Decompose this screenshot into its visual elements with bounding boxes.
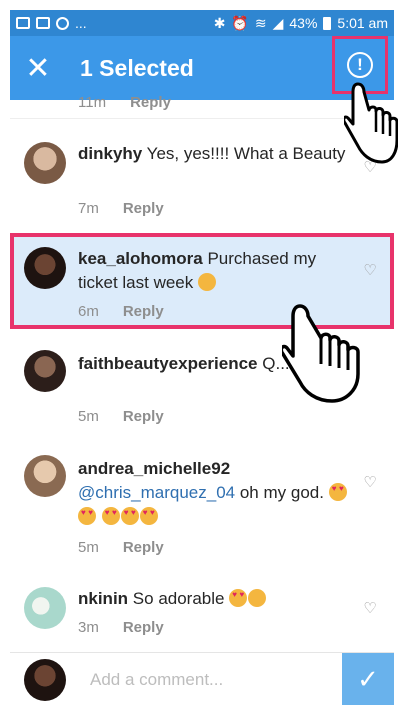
comment-composer: ✓ [10,652,394,705]
avatar[interactable] [24,587,66,629]
heart-eyes-emoji-icon [139,507,158,525]
more-notifications-text: ... [75,15,87,31]
comment-item[interactable]: andrea_michelle92 @chris_marquez_04 oh m… [10,445,394,570]
avatar [24,659,66,701]
comment-meta: 11m Reply [78,94,171,111]
comment-username[interactable]: nkinin [78,589,128,608]
gallery-notification-icon [16,17,30,29]
selection-app-bar: ✕ 1 Selected ! [10,36,394,100]
battery-icon [323,16,332,30]
clock: 5:01 am [337,15,388,31]
comment-time: 5m [78,539,99,556]
wifi-icon: ≋ [254,14,267,31]
report-exclamation-icon: ! [347,52,373,78]
close-button[interactable]: ✕ [10,36,66,100]
comment-meta: 7m Reply [78,200,164,217]
comment-meta: 6m Reply [78,303,164,320]
divider [10,118,394,119]
comment-time: 11m [78,94,107,111]
heart-eyes-emoji-icon [229,589,248,607]
comment-meta: 5m Reply [78,408,164,425]
comment-item-partial: 11m Reply [10,94,394,114]
avatar[interactable] [24,247,66,289]
comment-username[interactable]: dinkyhy [78,144,142,163]
comment-input[interactable] [88,665,342,695]
comment-item-selected[interactable]: kea_alohomora Purchased my ticket last w… [10,233,394,329]
post-comment-button[interactable]: ✓ [342,653,394,705]
bluetooth-icon: ✱ [213,14,226,31]
comment-mention-link[interactable]: @chris_marquez_04 [78,483,235,502]
avatar[interactable] [24,142,66,184]
comment-text: dinkyhy Yes, yes!!!! What a Beauty [78,142,352,166]
comment-meta: 3m Reply [78,619,164,636]
like-heart-icon[interactable]: ♡ [362,601,378,617]
comment-text: faithbeautyexperience Q... [78,352,352,376]
close-icon: ✕ [25,51,51,85]
reply-button[interactable]: Reply [123,303,164,320]
avatar[interactable] [24,455,66,497]
avatar[interactable] [24,350,66,392]
comment-text: kea_alohomora Purchased my ticket last w… [78,247,348,295]
heart-eyes-emoji-icon [120,507,139,525]
status-left-icons: ... [16,15,87,31]
comment-time: 6m [78,303,99,320]
comment-meta: 5m Reply [78,539,164,556]
status-bar: ... ✱ ⏰ ≋ ◢ 43% 5:01 am [10,10,394,36]
comment-username[interactable]: faithbeautyexperience [78,354,258,373]
wink-emoji-icon [198,273,216,291]
reply-button[interactable]: Reply [123,200,164,217]
camera-notification-icon [36,17,50,29]
reply-button[interactable]: Reply [130,94,171,111]
comment-item[interactable]: nkinin So adorable 3m Reply ♡ [10,575,394,655]
signal-icon: ◢ [272,14,284,31]
comment-username[interactable]: kea_alohomora [78,249,203,268]
comment-body: Q... [262,354,290,373]
comment-time: 3m [78,619,99,636]
checkmark-icon: ✓ [357,663,379,694]
comment-body: Yes, yes!!!! What a Beauty [146,144,346,163]
like-heart-icon[interactable]: ♡ [362,475,378,491]
comment-body: So adorable [132,589,225,608]
comment-username[interactable]: andrea_michelle92 [78,459,230,478]
comment-body: oh my god. [239,483,324,502]
battery-percent: 43% [289,15,318,31]
whatsapp-notification-icon [56,16,69,30]
kiss-emoji-icon [248,589,267,607]
reply-button[interactable]: Reply [123,619,164,636]
alarm-icon: ⏰ [231,14,249,31]
status-right: ✱ ⏰ ≋ ◢ 43% 5:01 am [214,15,388,32]
comment-time: 5m [78,408,99,425]
report-button[interactable]: ! [332,36,388,94]
comment-text: andrea_michelle92 @chris_marquez_04 oh m… [78,457,352,529]
reply-button[interactable]: Reply [123,408,164,425]
heart-eyes-emoji-icon [101,507,120,525]
comment-text: nkinin So adorable [78,587,352,611]
like-heart-icon[interactable]: ♡ [362,263,378,279]
comment-time: 7m [78,200,99,217]
comment-item[interactable]: dinkyhy Yes, yes!!!! What a Beauty 7m Rep… [10,130,394,230]
reply-button[interactable]: Reply [123,539,164,556]
heart-eyes-emoji-icon [328,483,347,501]
heart-eyes-emoji-icon [78,507,96,525]
comment-item[interactable]: faithbeautyexperience Q... 5m Reply [10,340,394,440]
like-heart-icon[interactable]: ♡ [362,160,378,176]
selection-title: 1 Selected [80,54,194,81]
